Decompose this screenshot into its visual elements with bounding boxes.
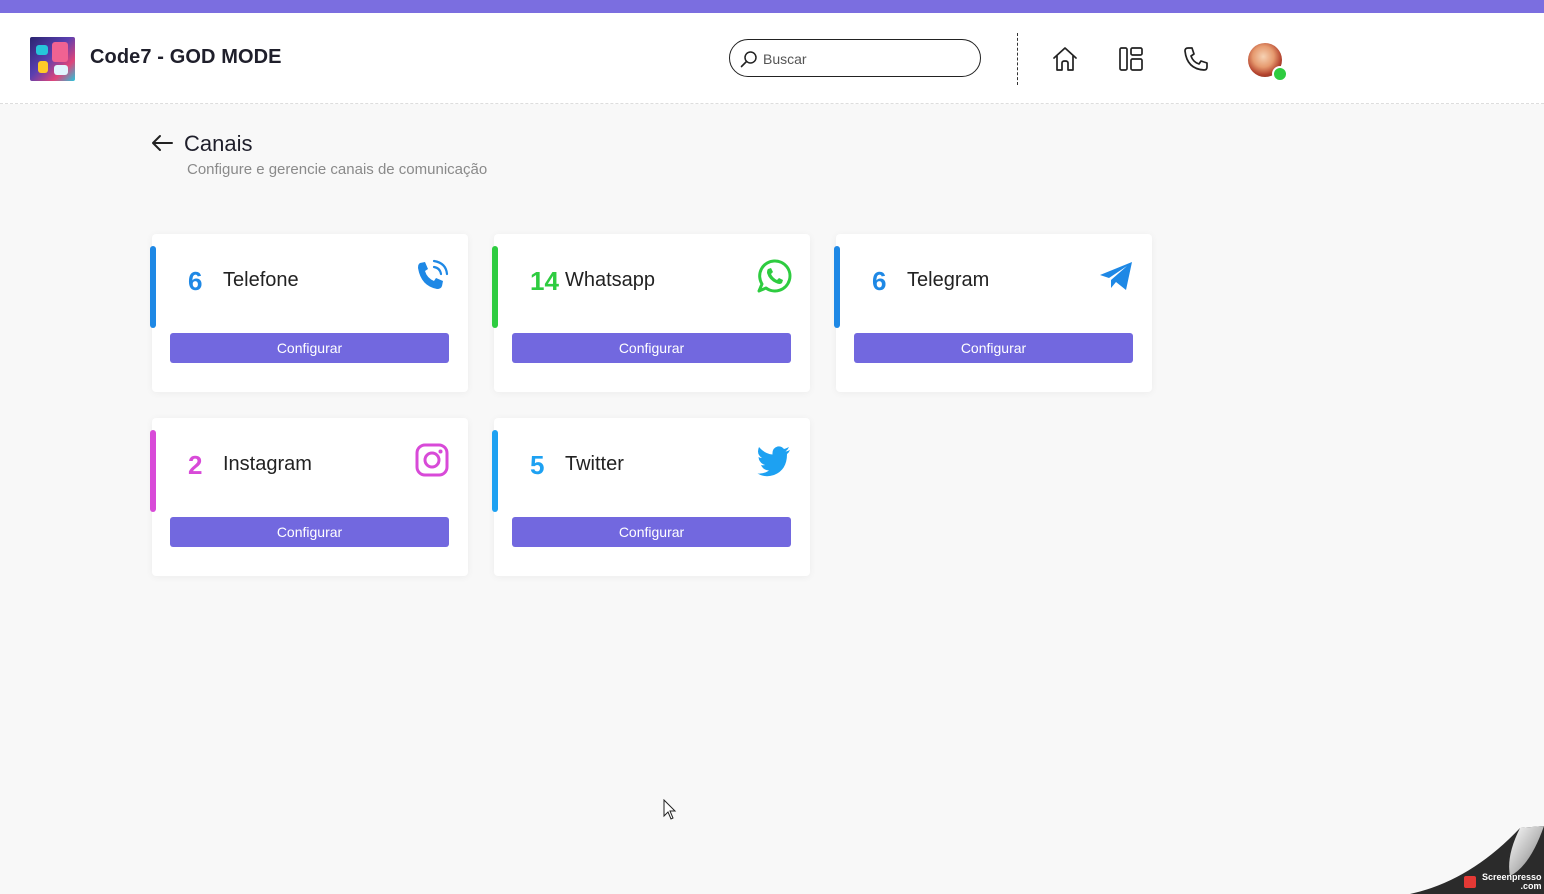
search-icon — [740, 51, 757, 68]
channel-count: 6 — [872, 266, 887, 296]
app-logo[interactable] — [30, 37, 75, 81]
card-accent-bar — [834, 246, 840, 328]
twitter-icon — [757, 446, 790, 477]
top-accent-bar — [0, 0, 1544, 13]
channel-card-twitter: 5 Twitter Configurar — [492, 418, 810, 576]
channel-name: Whatsapp — [565, 269, 656, 291]
search-box[interactable] — [729, 39, 981, 77]
configure-button[interactable]: Configurar — [854, 333, 1133, 363]
channel-name: Telefone — [223, 269, 299, 291]
page-subtitle: Configure e gerencie canais de comunicaç… — [187, 161, 488, 178]
search-input[interactable] — [763, 49, 968, 69]
online-status-indicator — [1272, 66, 1288, 82]
home-icon[interactable] — [1051, 45, 1079, 73]
card-accent-bar — [492, 246, 498, 328]
mouse-cursor-icon — [663, 799, 677, 820]
card-accent-bar — [150, 246, 156, 328]
phone-icon[interactable] — [1182, 45, 1210, 73]
layout-icon[interactable] — [1117, 45, 1145, 73]
page-title: Canais — [184, 131, 253, 156]
watermark-text: Screenpresso .com — [1482, 872, 1542, 891]
channel-count: 5 — [530, 450, 545, 480]
channel-name: Telegram — [907, 269, 990, 291]
channel-card-telefone: 6 Telefone Configurar — [150, 234, 468, 392]
configure-button[interactable]: Configurar — [512, 517, 791, 547]
phone-ringing-icon — [418, 259, 449, 289]
header-divider — [1017, 33, 1018, 85]
app-brand-name: Code7 - GOD MODE — [90, 46, 282, 68]
whatsapp-icon — [757, 259, 792, 293]
channel-name: Instagram — [223, 453, 312, 475]
telegram-icon — [1100, 262, 1132, 290]
channel-card-instagram: 2 Instagram Configurar — [150, 418, 468, 576]
channel-count: 2 — [188, 450, 203, 480]
configure-button[interactable]: Configurar — [170, 517, 449, 547]
channel-count: 6 — [188, 266, 203, 296]
instagram-icon — [415, 443, 449, 477]
channel-card-whatsapp: 14 Whatsapp Configurar — [492, 234, 810, 392]
back-arrow-icon[interactable] — [150, 133, 174, 153]
app-header: Code7 - GOD MODE — [0, 13, 1544, 104]
configure-button[interactable]: Configurar — [170, 333, 449, 363]
card-accent-bar — [150, 430, 156, 512]
card-accent-bar — [492, 430, 498, 512]
channel-name: Twitter — [565, 453, 624, 475]
channel-count: 14 — [530, 266, 559, 296]
channel-card-telegram: 6 Telegram Configurar — [834, 234, 1152, 392]
configure-button[interactable]: Configurar — [512, 333, 791, 363]
